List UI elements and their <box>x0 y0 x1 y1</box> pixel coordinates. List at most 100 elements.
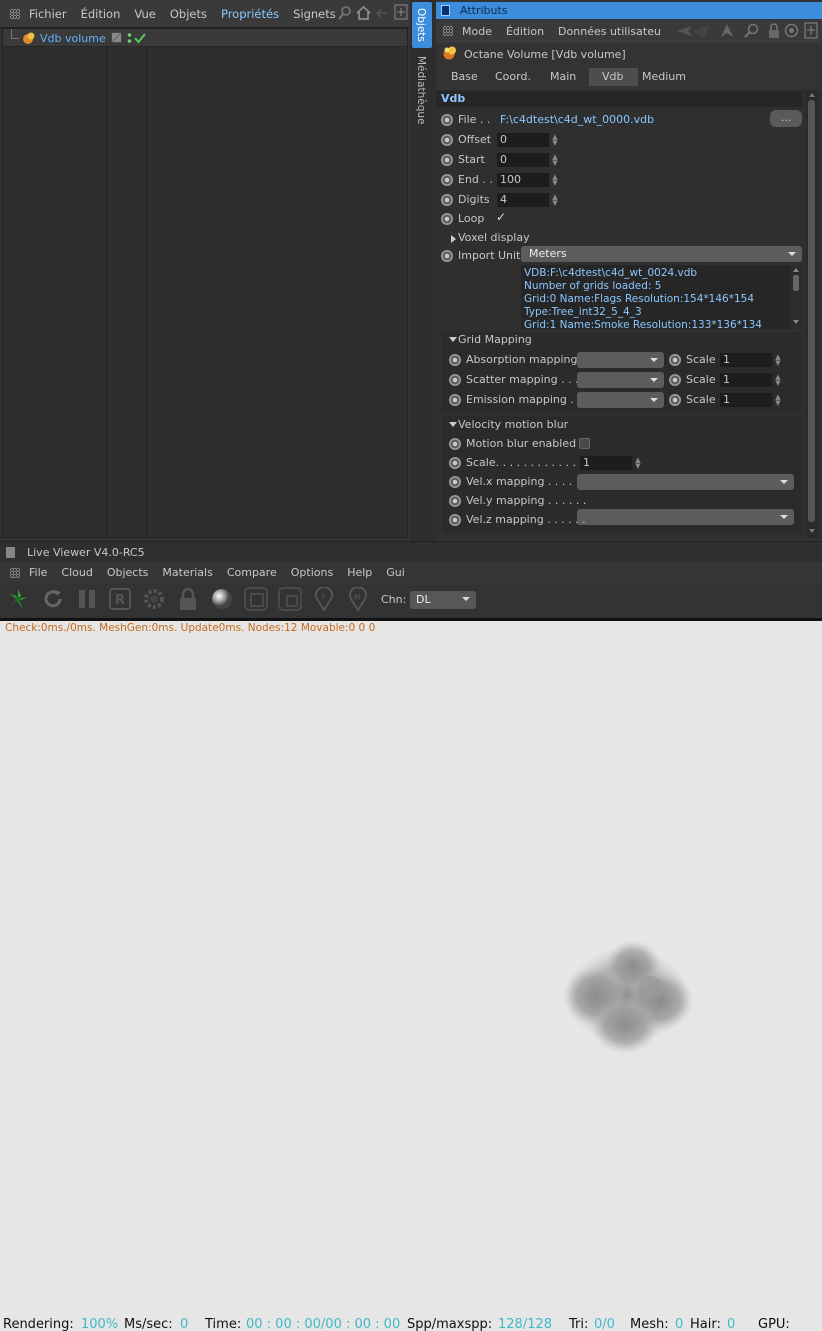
file-radio-icon[interactable] <box>441 114 453 126</box>
lock-icon[interactable] <box>176 587 200 611</box>
attr-grip-icon[interactable] <box>443 26 453 36</box>
loop-checkbox[interactable]: ✓ <box>496 210 506 224</box>
scatter-scale-field[interactable]: 1 <box>720 373 772 387</box>
tab-coord[interactable]: Coord. <box>495 70 531 83</box>
menu-objets[interactable]: Objets <box>170 7 207 21</box>
digits-spinner-icon[interactable]: ▲ ▼ <box>551 194 559 207</box>
absorption-scale-field[interactable]: 1 <box>720 353 772 367</box>
layer-dots-icon[interactable] <box>127 32 132 44</box>
viewer-grip-icon[interactable] <box>10 568 20 578</box>
arrow-up-icon[interactable] <box>720 23 734 39</box>
new-panel-icon[interactable] <box>394 4 408 20</box>
menu-donnees[interactable]: Données utilisateu <box>558 25 661 38</box>
octane-render-icon[interactable] <box>6 587 30 611</box>
settings-gear-icon[interactable] <box>142 587 166 611</box>
menu-vue[interactable]: Vue <box>134 7 155 21</box>
loop-radio-icon[interactable] <box>441 213 453 225</box>
digits-radio-icon[interactable] <box>441 194 453 206</box>
attr-scrollbar[interactable] <box>806 90 818 538</box>
absorption-radio-icon[interactable] <box>449 354 461 366</box>
start-spinner-icon[interactable]: ▲ ▼ <box>551 154 559 167</box>
import-unit-dropdown[interactable]: Meters <box>521 246 802 262</box>
region-render-icon[interactable]: R <box>108 587 132 611</box>
menu-edition-attr[interactable]: Édition <box>506 25 544 38</box>
end-spinner-icon[interactable]: ▲ ▼ <box>551 174 559 187</box>
file-path-field[interactable]: F:\c4dtest\c4d_wt_0000.vdb <box>500 113 654 126</box>
absorption-scale-spinner-icon[interactable]: ▲ ▼ <box>774 354 782 367</box>
velocity-scale-spinner-icon[interactable]: ▲ ▼ <box>634 457 642 470</box>
velocity-scale-radio-icon[interactable] <box>449 457 461 469</box>
digits-field[interactable]: 4 <box>497 193 549 207</box>
emission-radio-icon[interactable] <box>449 394 461 406</box>
search-icon[interactable] <box>338 6 352 20</box>
scroll-up-icon[interactable] <box>809 93 815 97</box>
scatter-radio-icon[interactable] <box>449 374 461 386</box>
end-radio-icon[interactable] <box>441 174 453 186</box>
menu-mode[interactable]: Mode <box>462 25 492 38</box>
tab-objets[interactable]: Objets <box>412 2 432 48</box>
velocity-title[interactable]: Velocity motion blur <box>458 418 568 431</box>
grid-mapping-title[interactable]: Grid Mapping <box>458 333 532 346</box>
menu-file[interactable]: File <box>29 566 47 579</box>
voxel-expand-icon[interactable] <box>451 235 456 243</box>
browse-button[interactable]: ... <box>770 110 802 127</box>
info-scrollbar[interactable] <box>790 265 802 329</box>
offset-radio-icon[interactable] <box>441 134 453 146</box>
menu-options[interactable]: Options <box>291 566 333 579</box>
menu-cloud[interactable]: Cloud <box>61 566 92 579</box>
focus-pick-icon[interactable]: F <box>312 587 336 611</box>
tab-main[interactable]: Main <box>550 70 576 83</box>
emission-scale-radio-icon[interactable] <box>669 394 681 406</box>
scroll-down-icon[interactable] <box>809 529 815 533</box>
info-scroll-thumb[interactable] <box>793 275 799 291</box>
menu-compare[interactable]: Compare <box>227 566 277 579</box>
render-canvas[interactable]: Check:0ms./0ms. MeshGen:0ms. Update0ms. … <box>0 618 822 1318</box>
material-ball-icon[interactable] <box>210 587 234 611</box>
absorption-dropdown[interactable] <box>577 352 664 368</box>
menu-fichier[interactable]: Fichier <box>29 7 67 21</box>
menu-gui[interactable]: Gui <box>386 566 405 579</box>
arrow-left-icon[interactable] <box>676 24 712 39</box>
start-radio-icon[interactable] <box>441 154 453 166</box>
velz-radio-icon[interactable] <box>449 514 461 526</box>
offset-spinner-icon[interactable]: ▲ ▼ <box>551 134 559 147</box>
velx-dropdown[interactable] <box>577 474 794 490</box>
voxel-display-label[interactable]: Voxel display <box>458 231 530 244</box>
channel-dropdown[interactable]: DL <box>410 591 476 609</box>
vely-radio-icon[interactable] <box>449 495 461 507</box>
offset-field[interactable]: 0 <box>497 133 549 147</box>
menu-materials[interactable]: Materials <box>162 566 212 579</box>
tab-medium[interactable]: Medium <box>642 70 686 83</box>
menu-objects[interactable]: Objects <box>107 566 149 579</box>
clay-mode-icon[interactable] <box>244 587 268 611</box>
material-pick-icon[interactable]: M <box>346 587 370 611</box>
search-icon[interactable] <box>744 23 759 38</box>
velx-radio-icon[interactable] <box>449 476 461 488</box>
end-field[interactable]: 100 <box>497 173 549 187</box>
scatter-scale-radio-icon[interactable] <box>669 374 681 386</box>
subsample-icon[interactable] <box>278 587 302 611</box>
object-row[interactable]: Vdb volume <box>3 29 407 47</box>
pause-icon[interactable] <box>75 587 99 611</box>
emission-scale-spinner-icon[interactable]: ▲ ▼ <box>774 394 782 407</box>
new-panel-icon[interactable] <box>804 22 818 39</box>
back-arrow-icon[interactable] <box>375 6 389 20</box>
menu-proprietes[interactable]: Propriétés <box>221 7 279 21</box>
panel-grip-icon[interactable] <box>10 9 20 19</box>
target-icon[interactable] <box>784 23 799 38</box>
motion-blur-radio-icon[interactable] <box>449 438 461 450</box>
home-icon[interactable] <box>356 5 371 20</box>
enabled-check-icon[interactable] <box>134 32 146 44</box>
scroll-thumb[interactable] <box>808 100 815 522</box>
scatter-scale-spinner-icon[interactable]: ▲ ▼ <box>774 374 782 387</box>
object-name[interactable]: Vdb volume <box>40 32 106 45</box>
vely-dropdown[interactable] <box>577 509 794 525</box>
absorption-scale-radio-icon[interactable] <box>669 354 681 366</box>
tab-mediatheque[interactable]: Médiathèque <box>412 52 432 128</box>
tab-base[interactable]: Base <box>451 70 478 83</box>
menu-help[interactable]: Help <box>347 566 372 579</box>
lock-icon[interactable] <box>768 23 780 39</box>
menu-edition[interactable]: Édition <box>81 7 121 21</box>
scatter-dropdown[interactable] <box>577 372 664 388</box>
info-scroll-down-icon[interactable] <box>793 320 799 324</box>
